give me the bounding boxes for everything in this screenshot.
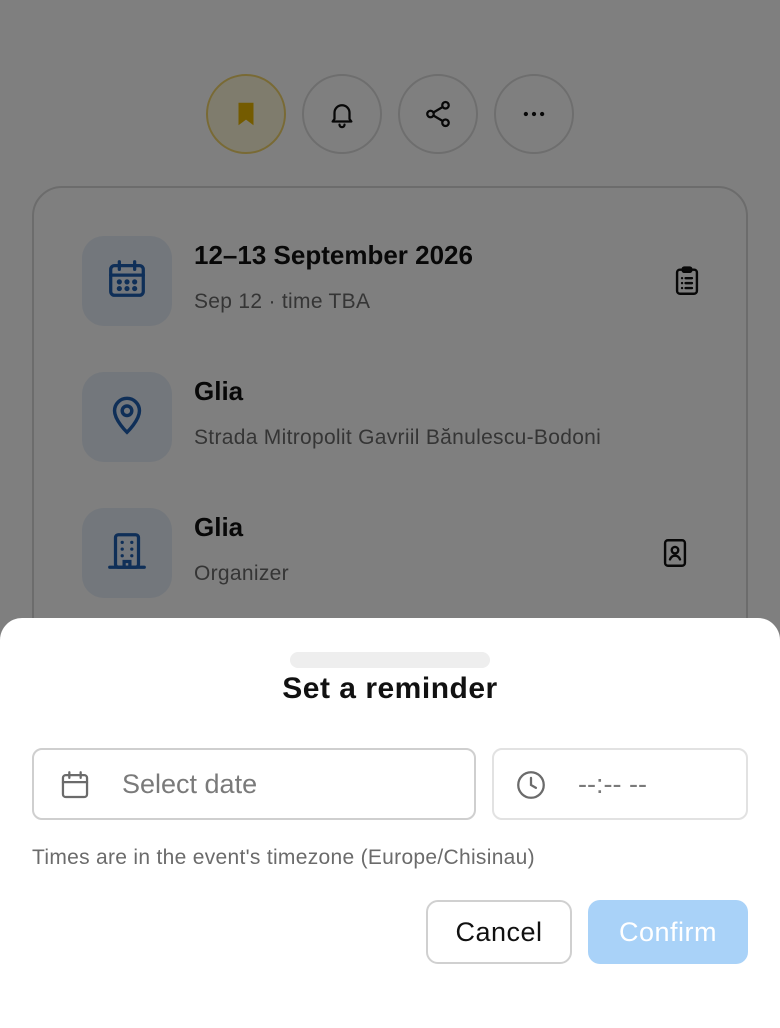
time-field[interactable] xyxy=(492,748,748,820)
date-field[interactable] xyxy=(32,748,476,820)
sheet-drag-handle[interactable] xyxy=(290,652,490,668)
sheet-title: Set a reminder xyxy=(282,672,498,705)
calendar-icon xyxy=(58,768,92,802)
cancel-button[interactable]: Cancel xyxy=(426,900,572,964)
time-input[interactable] xyxy=(578,764,728,804)
date-input[interactable] xyxy=(122,764,452,804)
timezone-note: Times are in the event's timezone (Europ… xyxy=(32,846,535,869)
reminder-bottom-sheet: Set a reminder Times are in the event's … xyxy=(0,618,780,1028)
clock-icon xyxy=(514,768,548,802)
confirm-button[interactable]: Confirm xyxy=(588,900,748,964)
